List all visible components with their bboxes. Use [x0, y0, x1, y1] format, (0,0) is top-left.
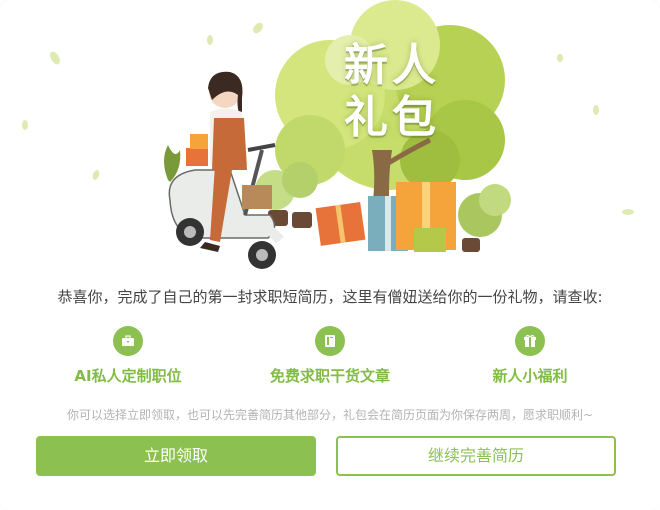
gift-note: 你可以选择立即领取，也可以先完善简历其他部分，礼包会在简历页面为你保存两周，愿求…: [66, 408, 594, 422]
benefit-item-articles: 免费求职干货文章: [240, 326, 420, 386]
benefit-item-ai-jobs: AI私人定制职位: [38, 326, 218, 386]
claim-now-button[interactable]: 立即领取: [36, 436, 316, 476]
hero-illustration: 新人 礼包: [0, 0, 660, 280]
gift-icon: [515, 326, 545, 356]
benefits-row: AI私人定制职位 免费求职干货文章 新人小福利: [0, 326, 660, 386]
briefcase-icon: [113, 326, 143, 356]
hero-title-line1: 新人: [344, 40, 440, 91]
benefit-label: AI私人定制职位: [74, 367, 182, 385]
book-icon: [315, 326, 345, 356]
benefit-label: 免费求职干货文章: [269, 367, 390, 385]
new-user-gift-dialog: 新人 礼包 恭喜你，完成了自己的第一封求职短简历，这里有僧妞送给你的一份礼物，请…: [0, 0, 660, 510]
congrats-message: 恭喜你，完成了自己的第一封求职短简历，这里有僧妞送给你的一份礼物，请查收:: [57, 288, 603, 306]
benefit-label: 新人小福利: [492, 367, 568, 385]
hero-title-line2: 礼包: [344, 92, 440, 143]
illustration-scene: [22, 0, 634, 269]
benefit-item-perks: 新人小福利: [440, 326, 620, 386]
continue-resume-button[interactable]: 继续完善简历: [336, 436, 616, 476]
hero-title: 新人 礼包: [342, 40, 442, 144]
